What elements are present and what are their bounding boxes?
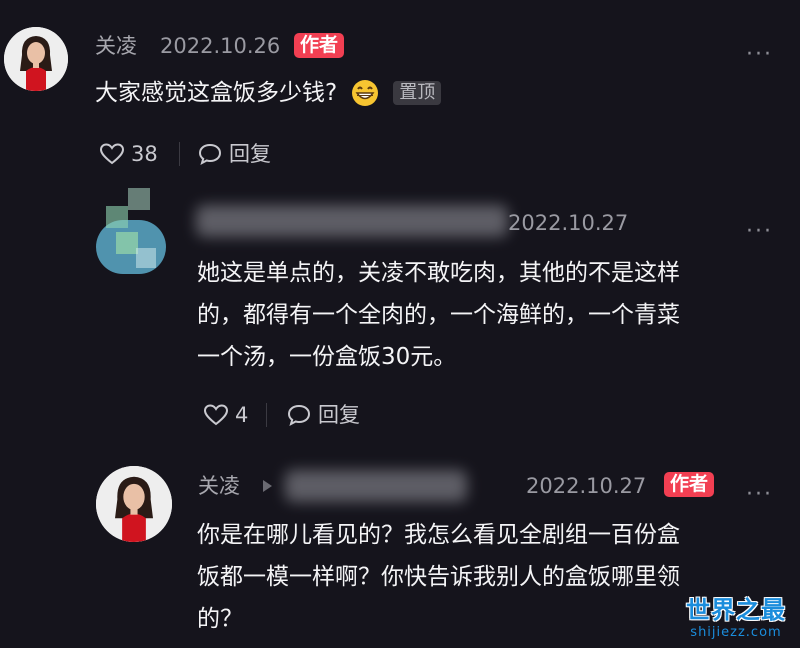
heart-icon [99,143,125,165]
comment-author-name[interactable]: 关凌 [95,36,137,57]
reply-text-line: 的？ [197,606,243,632]
grinning-emoji-icon [351,79,379,107]
watermark-title: 世界之最 [686,596,786,624]
comment-text: 大家感觉这盒饭多少钱? 置顶 [95,72,442,114]
action-divider [179,142,180,166]
author-badge: 作者 [294,33,345,58]
reply-text: 你是在哪儿看见的？我怎么看见全剧组一百份盒 饭都一模一样啊？你快告诉我别人的盒饭… [197,514,680,640]
reply-arrow-icon [260,478,274,494]
reply-text-line: 的，都得有一个全肉的，一个海鲜的，一个青菜 [197,302,680,328]
blurred-username [196,205,508,237]
blurred-username [285,470,467,502]
author-avatar[interactable] [4,27,68,91]
reply-text-line: 她这是单点的，关凌不敢吃肉，其他的不是这样 [197,260,680,286]
reply-text-line: 你是在哪儿看见的？我怎么看见全剧组一百份盒 [197,522,680,548]
comment-text-body: 大家感觉这盒饭多少钱? [95,80,338,106]
reply-text: 她这是单点的，关凌不敢吃肉，其他的不是这样 的，都得有一个全肉的，一个海鲜的，一… [197,252,680,378]
comment-author-name[interactable]: 关凌 [198,476,240,497]
reply-date: 2022.10.27 [526,474,647,498]
author-badge: 作者 [664,472,715,497]
site-watermark: 世界之最 shijiezz.com [674,598,798,639]
heart-icon [203,404,229,426]
reply-date: 2022.10.27 [508,211,629,235]
blurred-avatar[interactable] [96,188,166,282]
like-count: 38 [131,141,158,166]
action-divider [266,403,267,427]
more-options-icon[interactable]: ··· [746,484,773,506]
reply-text-line: 一个汤，一份盒饭30元。 [197,344,457,370]
reply-button[interactable]: 回复 [197,142,271,166]
author-avatar[interactable] [96,466,172,542]
more-options-icon[interactable]: ··· [746,44,773,66]
pinned-badge: 置顶 [393,81,442,105]
watermark-url: shijiezz.com [690,625,782,640]
comment-date: 2022.10.26 [160,34,281,58]
reply-text-line: 饭都一模一样啊？你快告诉我别人的盒饭哪里领 [197,564,680,590]
like-button[interactable]: 38 [99,142,158,166]
reply-label: 回复 [229,141,271,166]
more-options-icon[interactable]: ··· [746,221,773,243]
reply-bubble-icon [198,143,222,165]
reply-bubble-icon [287,404,311,426]
reply-button[interactable]: 回复 [286,403,360,427]
like-count: 4 [235,402,249,427]
like-button[interactable]: 4 [203,403,248,427]
reply-label: 回复 [318,402,360,427]
